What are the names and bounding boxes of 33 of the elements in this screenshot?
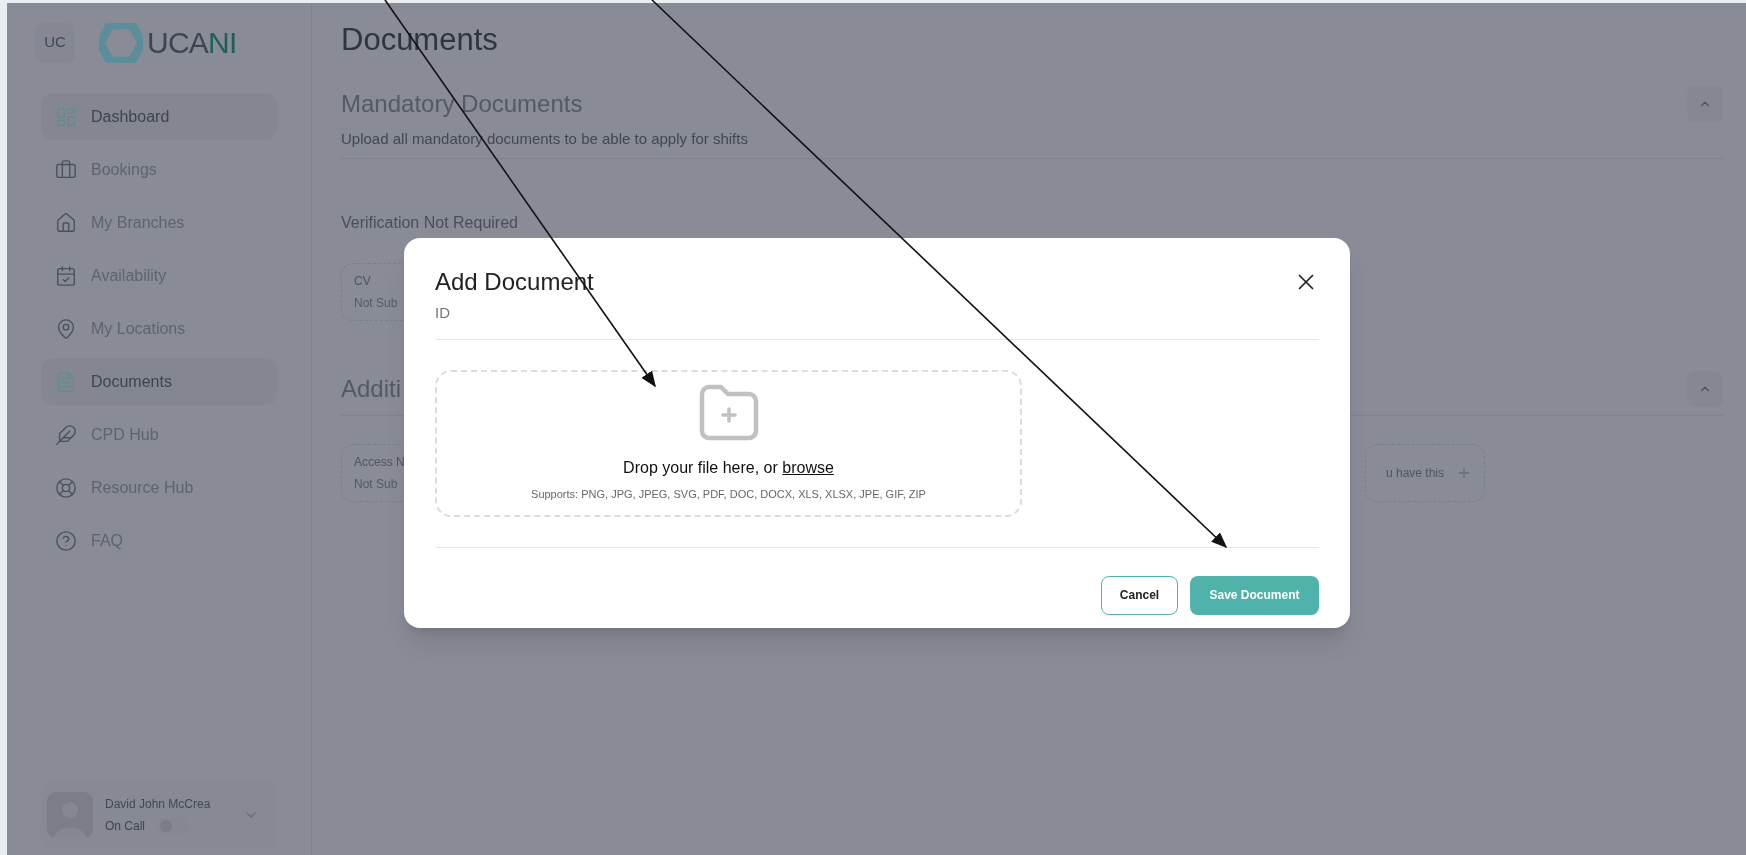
cancel-button[interactable]: Cancel — [1101, 575, 1178, 615]
sidebar-item[interactable]: Dashboard — [41, 93, 277, 140]
folder-plus-icon — [697, 383, 760, 442]
user-name: David John McCrea — [105, 796, 212, 813]
document-icon — [55, 370, 77, 393]
logo[interactable]: UCANI — [99, 20, 237, 65]
file-dropzone[interactable]: Drop your file here, or browse Supports: PNG, JPG, JPEG, SVG, PDF, DOC, DOCX, XLS, XLSX, JPE, GIF, ZIP — [435, 369, 1022, 517]
dialog-subtitle: ID — [435, 303, 451, 323]
document-title: CV — [354, 273, 372, 290]
collapse-button[interactable] — [1687, 371, 1723, 407]
dashboard-icon — [55, 105, 77, 128]
feather-icon — [55, 423, 77, 446]
user-status: On Call — [105, 818, 145, 835]
sidebar-item[interactable]: Documents — [41, 358, 277, 405]
dropzone-text: Drop your file here, or browse — [623, 457, 834, 478]
supported-formats: Supports: PNG, JPG, JPEG, SVG, PDF, DOC, DOCX, XLS, XLSX, JPE, GIF, ZIP — [531, 486, 926, 502]
browse-link[interactable]: browse — [782, 458, 834, 476]
document-card[interactable]: u have this — [1365, 444, 1485, 502]
map-pin-icon — [55, 317, 77, 340]
save-button[interactable]: Save Document — [1190, 575, 1319, 615]
lifebuoy-icon — [55, 476, 77, 499]
document-title: Access N — [354, 454, 406, 471]
house-icon — [55, 211, 77, 234]
document-title: u have this — [1385, 465, 1444, 482]
plus-icon[interactable] — [1456, 465, 1472, 481]
section-subtitle: Upload all mandatory documents to be able to apply for shifts — [341, 128, 748, 149]
user-badge: UC — [35, 22, 75, 63]
help-icon — [55, 529, 77, 552]
group-label: Verification Not Required — [341, 213, 519, 233]
collapse-button[interactable] — [1687, 85, 1723, 122]
briefcase-icon — [55, 158, 77, 181]
calendar-check-icon — [55, 264, 77, 287]
hexagon-logo-icon — [99, 22, 143, 63]
